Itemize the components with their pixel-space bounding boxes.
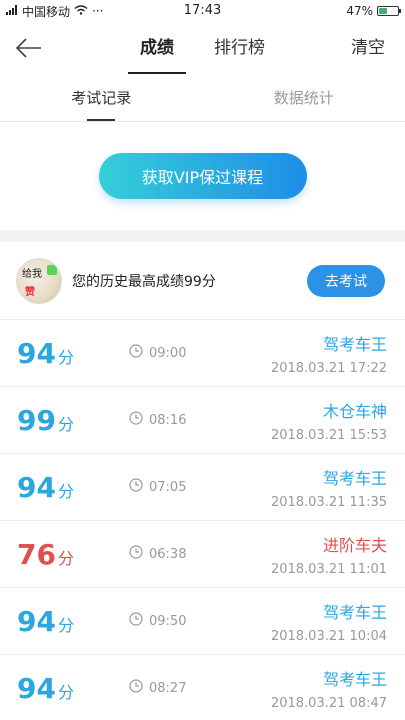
more-dots: ··· (92, 4, 104, 18)
list-item[interactable]: 76 分 06:38 进阶车夫 2018.03.21 11:01 (0, 521, 405, 588)
section-divider (0, 230, 405, 242)
avatar[interactable]: 给我 赞 (16, 257, 62, 304)
duration-value: 08:27 (149, 680, 187, 696)
rank-title: 进阶车夫 (322, 535, 387, 555)
sub-tabs: 考试记录 数据统计 (0, 74, 405, 122)
record-date: 2018.03.21 17:22 (270, 360, 387, 376)
record-info: 驾考车王 2018.03.21 08:47 (271, 666, 387, 711)
duration: 06:38 (129, 545, 186, 563)
score: 94 分 (17, 605, 129, 638)
avatar-text-top: 给我 (22, 268, 42, 280)
record-info: 驾考车王 2018.03.21 17:22 (271, 331, 387, 376)
score-unit: 分 (57, 615, 74, 635)
list-item[interactable]: 94 分 09:50 驾考车王 2018.03.21 10:04 (0, 588, 405, 655)
status-right: 47% (346, 4, 401, 18)
rank-title: 驾考车王 (322, 468, 387, 488)
rank-title: 驾考车王 (322, 334, 387, 354)
score: 76 分 (17, 538, 129, 571)
score-unit: 分 (57, 481, 74, 501)
duration: 09:50 (129, 612, 186, 630)
avatar-text-bottom: 赞 (25, 286, 35, 298)
battery-percent: 47% (346, 4, 373, 18)
clock-icon (129, 478, 143, 496)
list-item[interactable]: 94 分 08:27 驾考车王 2018.03.21 08:47 (0, 655, 405, 720)
avatar-sticker (47, 264, 57, 275)
rank-title: 驾考车王 (322, 602, 387, 622)
duration-value: 07:05 (149, 479, 187, 495)
back-button[interactable] (14, 34, 44, 62)
record-date: 2018.03.21 10:04 (270, 628, 387, 644)
clear-button[interactable]: 清空 (351, 22, 385, 74)
list-item[interactable]: 94 分 07:05 驾考车王 2018.03.21 11:35 (0, 454, 405, 521)
record-date: 2018.03.21 08:47 (270, 695, 387, 711)
clock-icon (129, 679, 143, 697)
wifi-icon (74, 4, 88, 18)
record-info: 木仓车神 2018.03.21 15:53 (271, 398, 387, 443)
score-value: 94 (17, 604, 56, 638)
duration-value: 08:16 (149, 412, 187, 428)
score-unit: 分 (57, 347, 74, 367)
clock-icon (129, 411, 143, 429)
record-date: 2018.03.21 11:01 (270, 561, 387, 577)
rank-title: 木仓车神 (322, 401, 387, 421)
status-left: 中国移动 ··· (6, 3, 103, 20)
duration: 08:27 (129, 679, 186, 697)
tab-ranking[interactable]: 排行榜 (206, 22, 273, 74)
battery-fill (379, 8, 388, 14)
vip-area: 获取VIP保过课程 (0, 122, 405, 230)
status-bar: 中国移动 ··· 17:43 47% (0, 0, 405, 22)
rank-title: 驾考车王 (322, 669, 387, 689)
best-score-row: 给我 赞 您的历史最高成绩99分 去考试 (0, 242, 405, 320)
score-unit: 分 (57, 548, 74, 568)
duration-value: 09:00 (149, 345, 187, 361)
clock-icon (129, 545, 143, 563)
score: 94 分 (17, 672, 129, 705)
duration: 09:00 (129, 344, 186, 362)
score-value: 94 (17, 470, 56, 504)
score-value: 76 (17, 537, 56, 571)
score: 94 分 (17, 471, 129, 504)
arrow-left-icon (16, 38, 41, 58)
score-unit: 分 (57, 682, 74, 702)
score-value: 94 (17, 336, 56, 370)
record-info: 驾考车王 2018.03.21 10:04 (271, 599, 387, 644)
record-info: 驾考车王 2018.03.21 11:35 (271, 465, 387, 510)
carrier-label: 中国移动 (22, 4, 71, 19)
battery-icon (377, 6, 401, 16)
signal-icon (6, 4, 18, 18)
record-date: 2018.03.21 11:35 (270, 494, 387, 510)
go-exam-button[interactable]: 去考试 (307, 264, 385, 297)
score-unit: 分 (57, 414, 74, 434)
score-value: 94 (17, 671, 56, 705)
score-value: 99 (17, 403, 56, 437)
duration-value: 06:38 (149, 546, 187, 562)
clock-icon (129, 344, 143, 362)
nav-bar: 成绩 排行榜 清空 (0, 22, 405, 74)
list-item[interactable]: 99 分 08:16 木仓车神 2018.03.21 15:53 (0, 387, 405, 454)
vip-course-button[interactable]: 获取VIP保过课程 (98, 153, 307, 199)
score: 99 分 (17, 404, 129, 437)
best-score-text: 您的历史最高成绩99分 (72, 273, 216, 290)
list-item[interactable]: 94 分 09:00 驾考车王 2018.03.21 17:22 (0, 320, 405, 387)
tab-exam-records[interactable]: 考试记录 (0, 74, 203, 121)
record-date: 2018.03.21 15:53 (270, 427, 387, 443)
tab-scores[interactable]: 成绩 (128, 22, 186, 74)
clock-icon (129, 612, 143, 630)
records-list: 94 分 09:00 驾考车王 2018.03.21 17:22 99 分 08:16 木仓车神… (0, 320, 405, 720)
duration: 08:16 (129, 411, 186, 429)
record-info: 进阶车夫 2018.03.21 11:01 (271, 532, 387, 577)
tab-data-stats[interactable]: 数据统计 (203, 74, 405, 121)
duration: 07:05 (129, 478, 186, 496)
duration-value: 09:50 (149, 613, 187, 629)
nav-tabs: 成绩 排行榜 (0, 22, 405, 74)
score: 94 分 (17, 337, 129, 370)
